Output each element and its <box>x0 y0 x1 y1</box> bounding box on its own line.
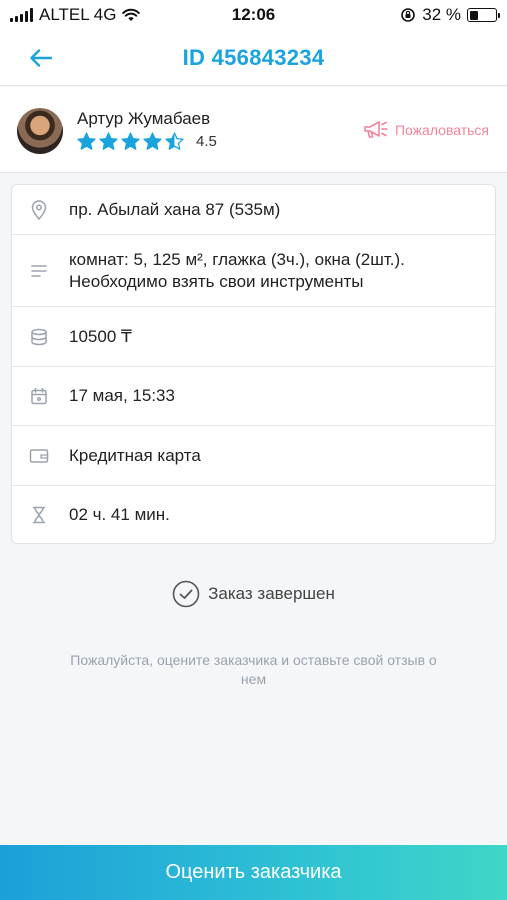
rating-stars <box>77 132 184 150</box>
price-row: 10500 ₸ <box>12 307 495 367</box>
back-button[interactable] <box>26 44 56 72</box>
carrier-label: ALTEL 4G <box>39 5 117 24</box>
signal-icon <box>10 8 33 22</box>
complain-button[interactable]: Пожаловаться <box>362 120 489 140</box>
order-status: Заказ завершен <box>0 580 507 608</box>
rate-customer-button[interactable]: Оценить заказчика <box>0 845 507 900</box>
description-row: комнат: 5, 125 м², глажка (3ч.), окна (2… <box>12 235 495 307</box>
customer-panel: Артур Жумабаев 4.5 Пожаловаться <box>0 87 507 173</box>
coins-icon <box>29 328 49 346</box>
price-text: 10500 ₸ <box>69 326 132 346</box>
customer-name: Артур Жумабаев <box>77 109 211 128</box>
check-circle-icon <box>172 580 200 608</box>
battery-percent: 32 % <box>422 5 461 24</box>
star-full-icon <box>121 132 140 150</box>
status-bar: ALTEL 4G 12:06 32 % <box>0 0 507 30</box>
rotation-lock-icon <box>401 8 416 22</box>
date-text: 17 мая, 15:33 <box>69 386 175 405</box>
description-lines-icon <box>29 263 49 279</box>
order-status-label: Заказ завершен <box>208 584 335 603</box>
star-full-icon <box>77 132 96 150</box>
review-hint: Пожалуйста, оцените заказчика и оставьте… <box>70 652 437 687</box>
star-full-icon <box>143 132 162 150</box>
wallet-card-icon <box>29 448 49 464</box>
address-text: пр. Абылай хана 87 (535м) <box>69 199 281 219</box>
avatar[interactable] <box>17 108 63 154</box>
star-half-icon <box>165 132 184 150</box>
status-bar-right: 32 % <box>400 5 500 25</box>
duration-row: 02 ч. 41 мин. <box>12 486 495 544</box>
order-details-card: пр. Абылай хана 87 (535м) комнат: 5, 125… <box>11 184 496 544</box>
wifi-icon <box>122 8 141 21</box>
page-title: ID 456843234 <box>182 44 325 70</box>
status-bar-left: ALTEL 4G <box>10 5 141 25</box>
location-pin-icon <box>29 199 49 220</box>
star-full-icon <box>99 132 118 150</box>
hourglass-icon <box>29 506 49 524</box>
duration-text: 02 ч. 41 мин. <box>69 505 170 524</box>
date-row: 17 мая, 15:33 <box>12 367 495 426</box>
arrow-left-icon <box>30 49 52 67</box>
description-text: комнат: 5, 125 м², глажка (3ч.), окна (2… <box>69 249 405 291</box>
address-row: пр. Абылай хана 87 (535м) <box>12 185 495 235</box>
payment-text: Кредитная карта <box>69 445 201 465</box>
complain-label: Пожаловаться <box>394 122 489 138</box>
battery-icon <box>467 8 500 22</box>
header: ID 456843234 <box>0 30 507 86</box>
calendar-icon <box>29 387 49 405</box>
payment-row: Кредитная карта <box>12 426 495 486</box>
megaphone-icon <box>364 121 388 138</box>
rating-value: 4.5 <box>196 133 217 150</box>
